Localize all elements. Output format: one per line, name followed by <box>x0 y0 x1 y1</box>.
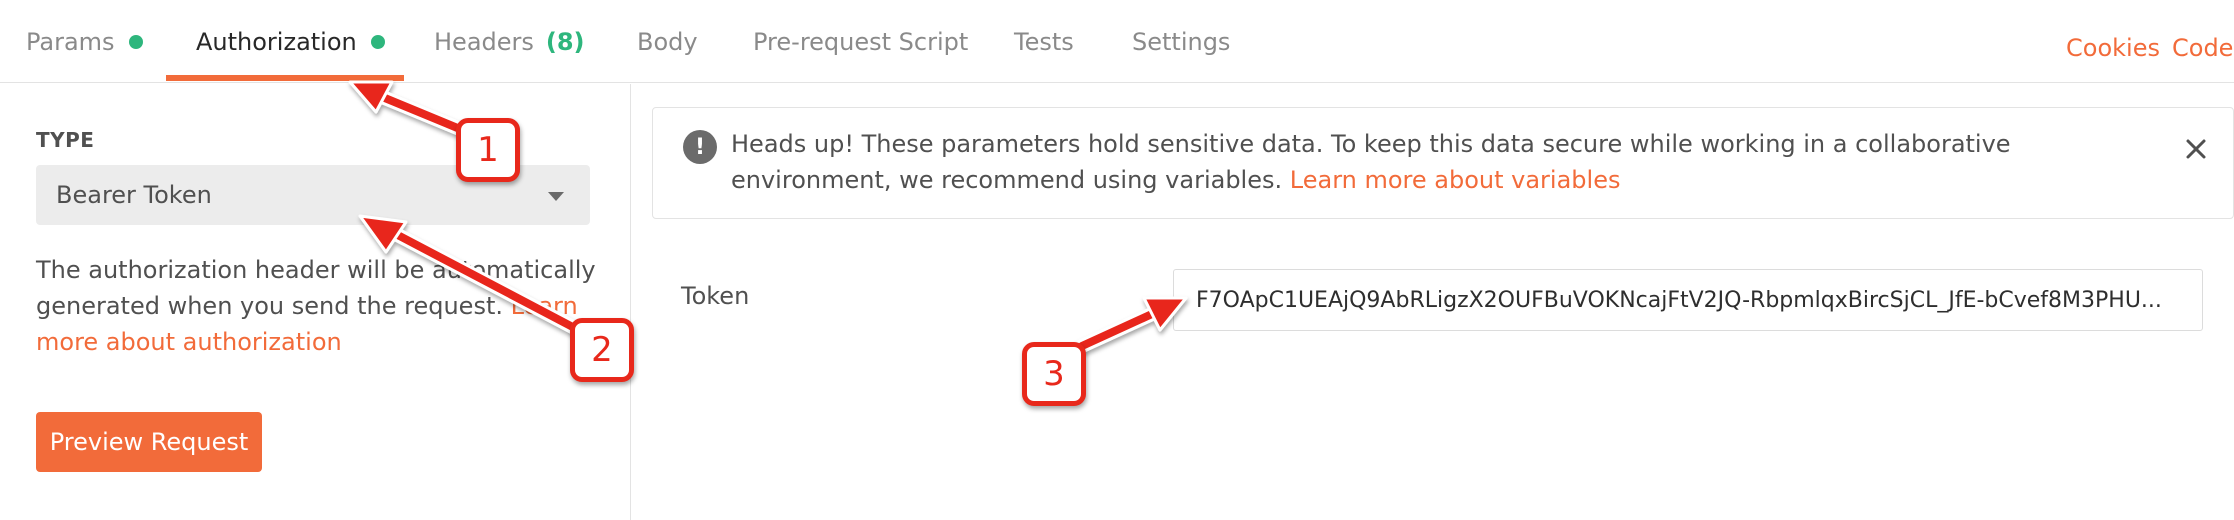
tab-params[interactable]: Params <box>26 0 143 83</box>
alert-message: Heads up! These parameters hold sensitiv… <box>731 126 2131 198</box>
cookies-link[interactable]: Cookies <box>2066 0 2160 96</box>
exclamation-icon: ! <box>683 130 717 164</box>
preview-request-button[interactable]: Preview Request <box>36 412 262 472</box>
token-input[interactable]: F7OApC1UEAjQ9AbRLigzX2OUFBuVOKNcajFtV2JQ… <box>1173 269 2203 331</box>
authorization-status-dot <box>370 34 385 49</box>
token-value: F7OApC1UEAjQ9AbRLigzX2OUFBuVOKNcajFtV2JQ… <box>1196 287 2162 313</box>
tab-pre-request-script-label: Pre-request Script <box>753 27 969 56</box>
tab-authorization-label: Authorization <box>196 27 357 56</box>
type-label: TYPE <box>36 128 95 152</box>
code-link[interactable]: Code <box>2172 0 2233 96</box>
learn-more-variables-link[interactable]: Learn more about variables <box>1290 166 1621 194</box>
token-label: Token <box>681 282 750 310</box>
params-status-dot <box>128 34 143 49</box>
tab-settings[interactable]: Settings <box>1132 0 1230 83</box>
tab-pre-request-script[interactable]: Pre-request Script <box>753 0 968 83</box>
tab-headers-label: Headers <box>434 27 534 56</box>
auth-type-value: Bearer Token <box>56 181 212 209</box>
chevron-down-icon <box>548 192 564 201</box>
annotation-badge-3: 3 <box>1022 342 1086 406</box>
tab-body-label: Body <box>637 27 698 56</box>
tab-tests-label: Tests <box>1014 27 1074 56</box>
tab-body[interactable]: Body <box>637 0 698 83</box>
active-tab-underline <box>166 75 404 81</box>
annotation-badge-2: 2 <box>570 318 634 382</box>
tab-settings-label: Settings <box>1132 27 1231 56</box>
tab-authorization[interactable]: Authorization <box>196 0 385 83</box>
annotation-badge-1: 1 <box>456 118 520 182</box>
auth-description: The authorization header will be automat… <box>36 252 596 360</box>
auth-type-pane: TYPE Bearer Token The authorization head… <box>0 84 631 520</box>
tab-params-label: Params <box>26 27 115 56</box>
tab-tests[interactable]: Tests <box>1014 0 1074 83</box>
tab-headers[interactable]: Headers (8) <box>434 0 585 83</box>
close-icon[interactable] <box>2183 136 2209 162</box>
headers-count-badge: (8) <box>545 27 585 56</box>
request-tab-bar: Params Authorization Headers (8) Body Pr… <box>0 0 2234 83</box>
sensitive-data-alert: ! Heads up! These parameters hold sensit… <box>652 107 2234 219</box>
